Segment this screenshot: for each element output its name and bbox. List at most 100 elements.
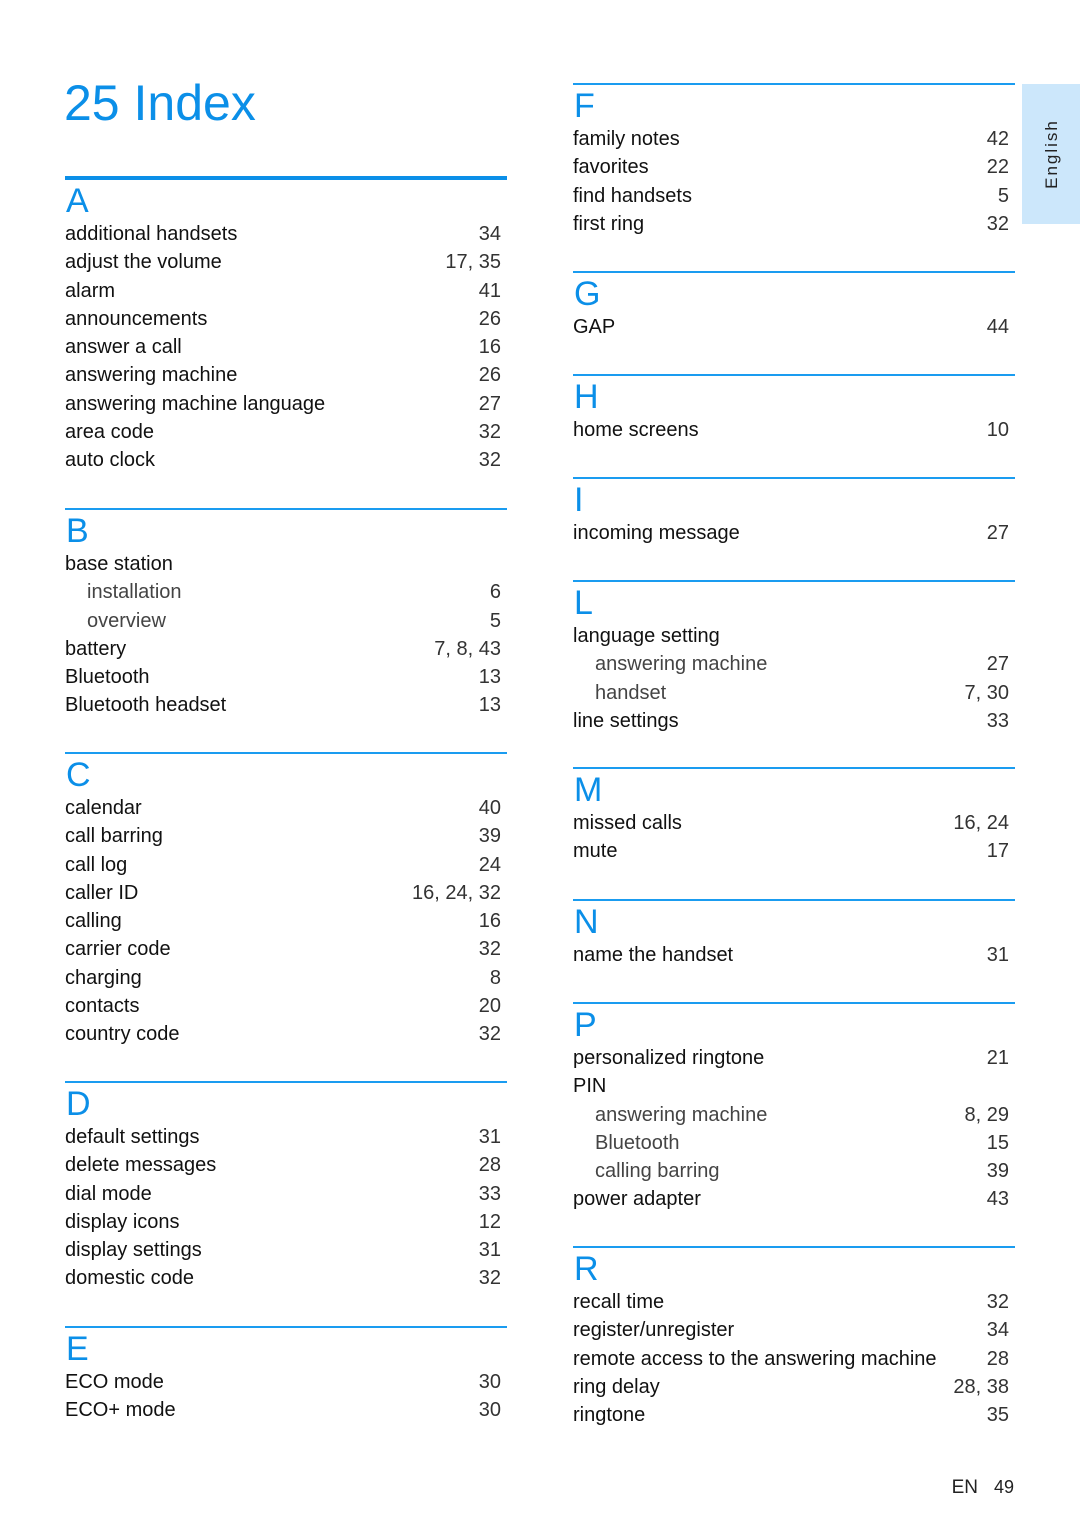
entry-pages: 24	[478, 853, 501, 876]
entry-pages: 26	[478, 307, 501, 330]
entry-pages: 5	[489, 609, 501, 632]
index-entry: missed calls 16, 24	[573, 809, 1015, 837]
index-entry: adjust the volume 17, 35	[65, 248, 507, 276]
index-section-r: Rrecall time 32 register/unregister 34 remot…	[573, 1246, 1015, 1429]
section-letter: H	[574, 378, 599, 416]
entry-pages: 39	[986, 1160, 1009, 1183]
entry-term: Bluetooth	[595, 1131, 680, 1154]
index-entry: Bluetooth headset 13	[65, 691, 507, 719]
index-section-e: E ECO mode 30 ECO+ mode 30	[65, 1326, 507, 1425]
entry-term: contacts	[65, 995, 140, 1018]
index-entry: alarm 41	[65, 277, 507, 305]
index-section-d: Ddefault settings 31 delete messages 28 dial…	[65, 1081, 507, 1293]
entry-term: answering machine	[65, 364, 238, 387]
footer-language-code: EN	[951, 1477, 978, 1498]
entry-term: home screens	[573, 419, 699, 441]
entry-pages: 17, 35	[445, 251, 501, 274]
index-entry: battery 7, 8, 43	[65, 635, 507, 663]
section-letter: A	[66, 182, 89, 220]
entry-pages: 32	[478, 421, 501, 444]
entry-term: auto clock	[65, 449, 156, 472]
index-entry: language setting	[573, 622, 1015, 650]
section-divider	[65, 1081, 507, 1083]
entry-pages: 28, 38	[953, 1375, 1009, 1398]
index-entry: recall time 32	[573, 1288, 1015, 1316]
entry-pages: 7, 30	[964, 681, 1009, 704]
entry-term: Bluetooth	[65, 666, 150, 689]
entry-pages: 27	[986, 653, 1009, 676]
entry-term: answer a call	[65, 336, 182, 359]
index-entry: personalized ringtone 21	[573, 1044, 1015, 1072]
index-section-m: Mmissed calls 16, 24 mute 17	[573, 767, 1015, 866]
section-letter: B	[66, 512, 89, 550]
index-section-g: G GAP 44	[573, 271, 1015, 341]
entry-pages: 16	[478, 910, 501, 933]
entry-term: domestic code	[65, 1267, 194, 1290]
index-entry: find handsets 5	[573, 182, 1015, 210]
entry-pages: 39	[478, 825, 501, 848]
entry-pages: 16, 24	[953, 812, 1009, 834]
entry-pages: 34	[986, 1319, 1009, 1342]
entry-pages: 28	[478, 1154, 501, 1177]
entry-term: language setting	[573, 625, 720, 647]
index-subentry: overview 5	[65, 607, 507, 635]
entry-term: find handsets	[573, 184, 692, 207]
section-divider	[65, 1326, 507, 1328]
entry-pages: 30	[478, 1399, 501, 1422]
entry-term: country code	[65, 1023, 180, 1046]
entry-term: calling barring	[595, 1160, 720, 1183]
entry-pages: 44	[986, 316, 1009, 338]
section-letter: N	[574, 903, 599, 941]
index-entry: PIN	[573, 1072, 1015, 1100]
index-entry: contacts 20	[65, 992, 507, 1020]
index-entry: call log 24	[65, 851, 507, 879]
entry-term: answering machine	[595, 1103, 768, 1126]
language-tab-label: English	[1041, 119, 1061, 189]
section-letter: E	[66, 1330, 89, 1368]
entry-pages: 22	[986, 156, 1009, 179]
section-divider	[573, 83, 1015, 85]
entry-pages: 13	[478, 666, 501, 689]
entry-term: display settings	[65, 1239, 202, 1262]
entry-pages: 30	[478, 1371, 501, 1393]
entry-pages: 21	[986, 1047, 1009, 1069]
entry-term: dial mode	[65, 1182, 152, 1205]
entry-pages: 26	[478, 364, 501, 387]
index-section-b: Bbase station installation 6 overview 5 batte…	[65, 508, 507, 720]
section-divider	[573, 899, 1015, 901]
index-entry: delete messages 28	[65, 1151, 507, 1179]
section-divider	[573, 767, 1015, 769]
index-entry: default settings 31	[65, 1123, 507, 1151]
index-entry: calendar 40	[65, 794, 507, 822]
index-entry: calling 16	[65, 907, 507, 935]
index-section-f: Ffamily notes 42 favorites 22 find handsets 5…	[573, 83, 1015, 238]
entry-term: remote access to the answering machine	[573, 1347, 937, 1370]
index-entry: dial mode 33	[65, 1180, 507, 1208]
section-divider	[573, 1246, 1015, 1248]
index-section-a: Aadditional handsets 34 adjust the volume 1…	[65, 176, 507, 475]
entry-term: mute	[573, 840, 618, 863]
section-letter: L	[574, 584, 593, 622]
entry-pages: 32	[986, 212, 1009, 235]
section-divider	[65, 752, 507, 754]
entry-term: incoming message	[573, 522, 740, 544]
entry-term: ECO mode	[65, 1371, 164, 1393]
index-entry: ring delay 28, 38	[573, 1373, 1015, 1401]
index-entry: Bluetooth 13	[65, 663, 507, 691]
index-entry: power adapter 43	[573, 1185, 1015, 1213]
entry-term: call barring	[65, 825, 163, 848]
section-letter: C	[66, 756, 91, 794]
entry-term: personalized ringtone	[573, 1047, 765, 1069]
entry-pages: 32	[478, 449, 501, 472]
index-entry: name the handset 31	[573, 941, 1015, 969]
section-divider	[573, 477, 1015, 479]
index-entry: announcements 26	[65, 305, 507, 333]
section-letter: D	[66, 1085, 91, 1123]
entry-term: answering machine	[595, 653, 768, 676]
entry-term: ECO+ mode	[65, 1399, 176, 1422]
entry-pages: 42	[986, 128, 1009, 150]
index-entry: area code 32	[65, 418, 507, 446]
index-entry: favorites 22	[573, 153, 1015, 181]
page-title: 25 Index	[64, 75, 256, 131]
section-letter: G	[574, 275, 601, 313]
